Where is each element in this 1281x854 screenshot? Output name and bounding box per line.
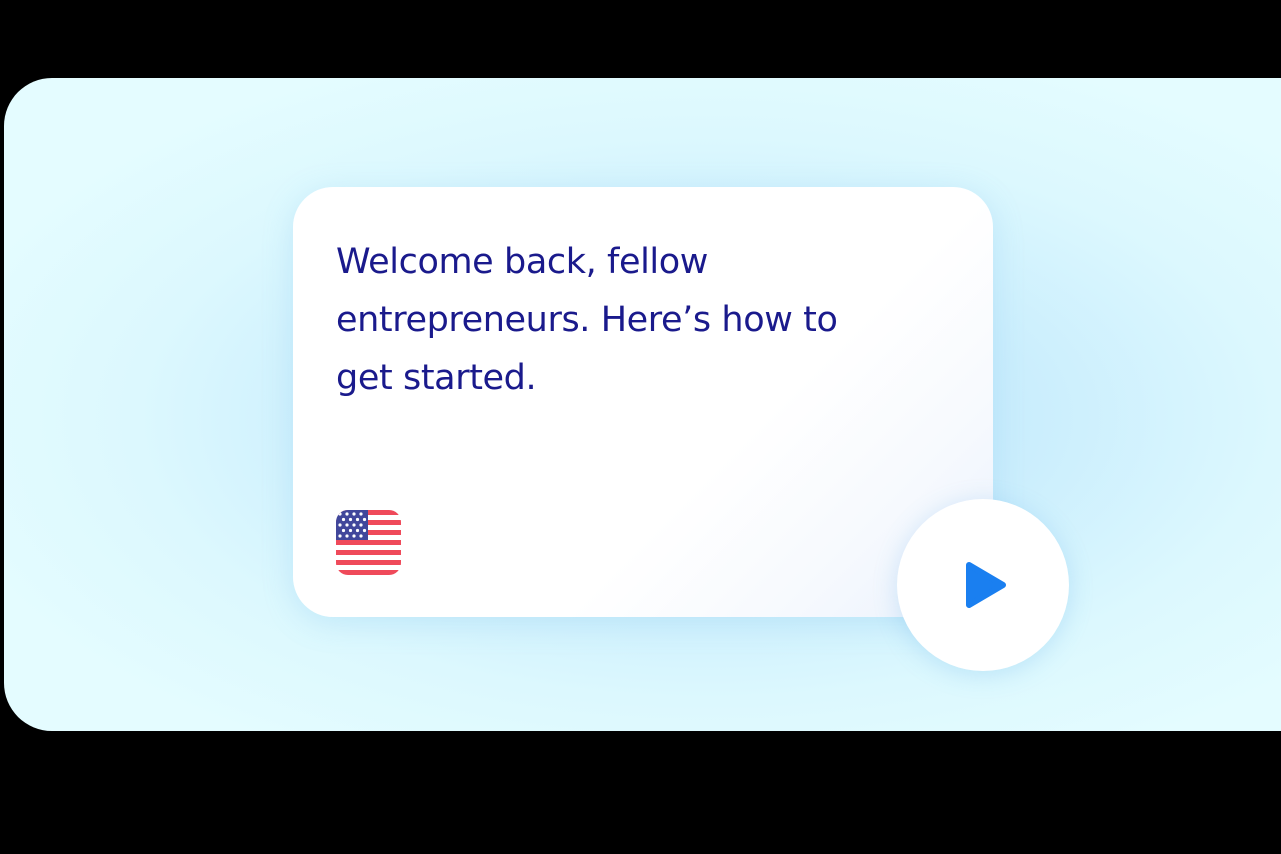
play-icon	[965, 561, 1007, 609]
play-icon-shape	[966, 562, 1006, 608]
welcome-message: Welcome back, fellow entrepreneurs. Here…	[336, 242, 838, 398]
play-button[interactable]	[897, 499, 1069, 671]
us-flag-icon	[336, 510, 401, 575]
